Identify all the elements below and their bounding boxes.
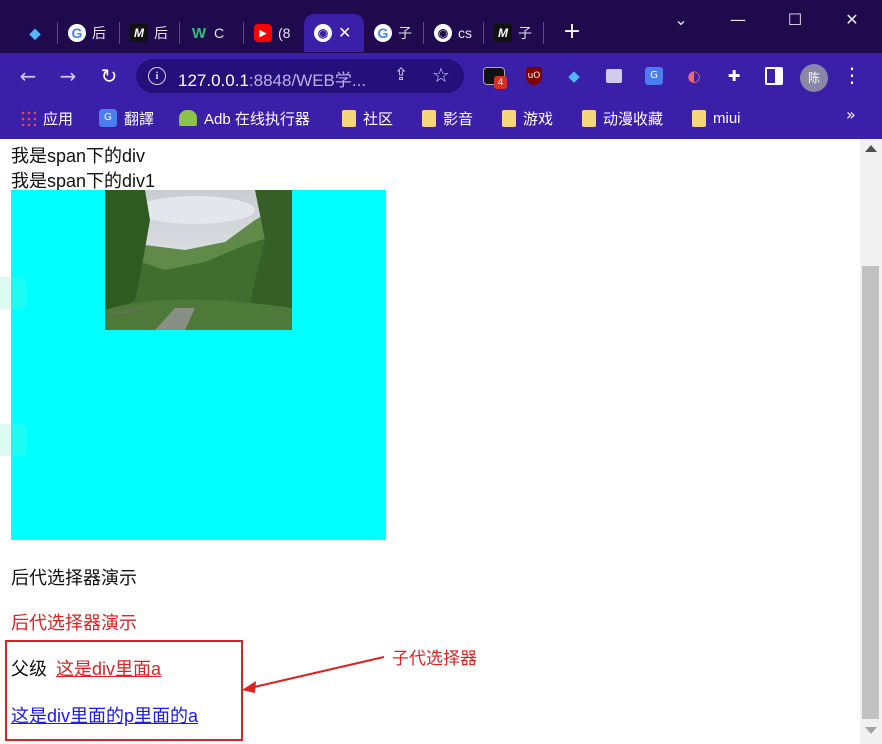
tab-search-chevron-icon[interactable]: ⌄ — [661, 6, 701, 34]
tab-3[interactable]: M 后 — [122, 14, 180, 52]
scroll-up-arrow-icon[interactable] — [865, 145, 877, 152]
annotation-label: 子代选择器 — [392, 649, 477, 668]
google-icon: G — [374, 24, 392, 42]
tab-5[interactable]: ▶ (8 — [246, 14, 302, 52]
bookmarks-bar: 应用 G 翻譯 Adb 在线执行器 社区 影音 游戏 动漫收藏 miui » — [0, 99, 882, 139]
bookmark-folder-community[interactable]: 社区 — [342, 107, 393, 129]
back-button[interactable]: ← — [14, 62, 42, 90]
speed-extension-icon[interactable]: ◐ — [682, 64, 706, 88]
maximize-button[interactable]: ☐ — [775, 6, 815, 34]
bookmark-translate[interactable]: G 翻譯 — [99, 107, 154, 129]
tab-4[interactable]: W C — [182, 14, 244, 52]
tab-title: cs — [458, 25, 472, 41]
extension-game-icon[interactable]: 4 — [482, 64, 507, 89]
folder-icon — [422, 109, 436, 127]
url-text[interactable]: 127.0.0.1:8848/WEB学... — [178, 66, 366, 91]
extension-badge: 4 — [494, 76, 507, 89]
globe-icon: ◉ — [314, 24, 332, 42]
tab-strip: ◆ G 后 M 后 W C ▶ (8 ◉ ✕ G 子 ◉ cs M 子 + ⌄ … — [0, 0, 882, 53]
span-div-text: 我是span下的div — [11, 146, 146, 166]
tab-1[interactable]: ◆ — [8, 14, 58, 52]
apps-grid-icon — [20, 110, 36, 126]
browser-menu-icon[interactable]: ⋮ — [842, 63, 862, 87]
floating-widget-1[interactable] — [0, 277, 26, 309]
descendant-demo-text-red: 后代选择器演示 — [11, 613, 137, 633]
annotation-arrow — [242, 656, 385, 693]
list-extension-icon[interactable] — [602, 64, 626, 88]
forward-button[interactable]: → — [54, 62, 82, 90]
bookmark-label: 翻譯 — [124, 110, 155, 128]
browser-toolbar: ← → ↻ i 127.0.0.1:8848/WEB学... ⇪ ☆ 4 uO … — [0, 53, 882, 99]
tab-title: 子 — [398, 25, 412, 41]
page-scrollbar[interactable] — [860, 139, 882, 744]
minimize-button[interactable]: — — [718, 6, 758, 34]
descendant-demo-text: 后代选择器演示 — [11, 568, 137, 588]
folder-icon — [342, 109, 356, 127]
diamond-icon: ◆ — [29, 24, 41, 41]
tab-2[interactable]: G 后 — [60, 14, 120, 52]
tab-title: 后 — [154, 25, 168, 41]
profile-avatar[interactable]: 陈 — [800, 64, 828, 92]
tab-9[interactable]: M 子 — [486, 14, 544, 52]
tab-8[interactable]: ◉ cs — [426, 14, 484, 52]
url-host: 127.0.0.1 — [178, 71, 249, 90]
folder-icon — [692, 109, 706, 127]
scrollbar-thumb[interactable] — [862, 266, 879, 719]
bookmark-label: 应用 — [43, 110, 74, 128]
translate-extension-icon[interactable]: G — [642, 64, 666, 88]
side-panel-icon[interactable] — [762, 64, 786, 88]
bookmark-label: miui — [713, 109, 741, 127]
close-window-button[interactable]: ✕ — [832, 6, 872, 34]
annotation-highlight-box — [5, 640, 243, 741]
share-icon[interactable]: ⇪ — [394, 65, 408, 85]
tab-title: 后 — [92, 25, 106, 41]
bookmark-folder-media[interactable]: 影音 — [422, 107, 473, 129]
w-logo-icon: W — [191, 24, 207, 42]
scroll-down-arrow-icon[interactable] — [865, 727, 877, 734]
bookmark-folder-anime[interactable]: 动漫收藏 — [582, 107, 663, 129]
bookmark-folder-games[interactable]: 游戏 — [502, 107, 553, 129]
bookmarks-overflow-button[interactable]: » — [846, 105, 856, 124]
bookmark-label: 游戏 — [523, 110, 554, 128]
android-icon — [179, 110, 197, 126]
folder-icon — [502, 109, 516, 127]
tab-title: (8 — [278, 25, 291, 41]
bookmark-apps[interactable]: 应用 — [20, 107, 73, 129]
m-logo-icon: M — [130, 24, 148, 42]
tab-close-button[interactable]: ✕ — [338, 23, 351, 43]
page-viewport: 我是span下的div 我是span下的div1 后代选择器演示 后代选择器演示… — [0, 139, 860, 744]
diamond-extension-icon[interactable]: ◆ — [562, 64, 586, 88]
bookmark-label: 影音 — [443, 110, 474, 128]
globe-icon: ◉ — [434, 24, 452, 42]
tab-7[interactable]: G 子 — [366, 14, 424, 52]
bookmark-label: 社区 — [363, 110, 394, 128]
new-tab-button[interactable]: + — [560, 18, 584, 46]
bookmark-adb[interactable]: Adb 在线执行器 — [179, 107, 310, 129]
floating-widget-2[interactable] — [0, 424, 26, 456]
folder-icon — [582, 109, 596, 127]
translate-icon: G — [99, 109, 117, 127]
bookmark-folder-miui[interactable]: miui — [692, 107, 741, 129]
landscape-image — [105, 190, 292, 330]
site-info-icon[interactable]: i — [148, 67, 166, 85]
url-path: :8848/WEB学... — [248, 71, 367, 90]
reload-button[interactable]: ↻ — [95, 62, 123, 90]
m-logo-icon: M — [494, 24, 512, 42]
tab-title: 子 — [518, 25, 532, 41]
google-icon: G — [68, 24, 86, 42]
ublock-icon[interactable]: uO — [522, 64, 546, 88]
address-bar[interactable]: i 127.0.0.1:8848/WEB学... ⇪ ☆ — [136, 59, 464, 93]
tab-title: C — [214, 25, 225, 41]
bookmark-label: Adb 在线执行器 — [204, 110, 310, 128]
extensions-puzzle-icon[interactable]: ✚ — [722, 64, 746, 88]
tab-6-active[interactable]: ◉ ✕ — [304, 14, 364, 52]
cyan-box — [11, 190, 386, 540]
bookmark-label: 动漫收藏 — [603, 110, 664, 128]
bookmark-star-icon[interactable]: ☆ — [432, 63, 450, 87]
youtube-icon: ▶ — [254, 24, 272, 42]
